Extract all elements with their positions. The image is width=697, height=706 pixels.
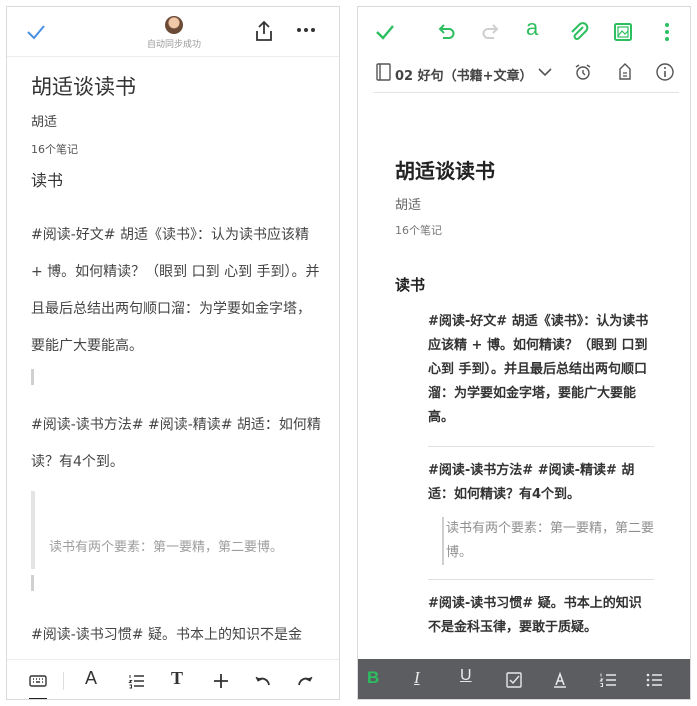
note-title[interactable]: 胡适谈读书 (395, 155, 495, 184)
notebook-icon[interactable] (373, 62, 393, 82)
numbered-list-icon[interactable] (598, 670, 618, 690)
more-icon[interactable] (295, 19, 317, 41)
left-editor-panel: 自动同步成功 胡适谈读书 胡适 16个笔记 读书 #阅读-好文# 胡适《读书》：… (6, 6, 340, 700)
chevron-down-icon[interactable] (535, 62, 555, 82)
note-title[interactable]: 胡适谈读书 (31, 71, 136, 101)
divider (428, 446, 654, 447)
toolbar-divider (63, 672, 64, 690)
info-icon[interactable] (655, 62, 675, 82)
check-icon[interactable] (374, 21, 396, 43)
undo-icon[interactable] (435, 21, 457, 43)
list-icon[interactable] (127, 671, 147, 691)
keyboard-icon[interactable] (28, 671, 48, 691)
keyboard-active-indicator (29, 698, 47, 699)
note-author[interactable]: 胡适 (31, 111, 57, 130)
paragraph-1[interactable]: #阅读-好文# 胡适《读书》：认为读书应该精 + 博。如何精读？（眼到 口到 心… (31, 217, 323, 365)
left-top-bar: 自动同步成功 (7, 7, 339, 57)
image-icon[interactable] (612, 21, 634, 43)
text-cursor (31, 369, 34, 385)
share-icon[interactable] (253, 19, 275, 43)
note-block-3[interactable]: #阅读-读书习惯# 疑。书本上的知识不是金科玉律，要敢于质疑。 (428, 592, 654, 640)
note-block-2[interactable]: #阅读-读书方法# #阅读-精读# 胡适：如何精读？有4个到。 (428, 459, 654, 507)
tag-icon[interactable] (615, 62, 635, 82)
note-author[interactable]: 胡适 (395, 194, 421, 213)
avatar[interactable] (165, 16, 183, 34)
right-editor-panel: a 02 好句（书籍+文章） 胡适谈读书 胡适 16个笔记 读书 #阅读-好文#… (357, 6, 691, 700)
paragraph-3[interactable]: #阅读-读书习惯# 疑。书本上的知识不是金 (31, 617, 323, 654)
undo-icon[interactable] (253, 671, 273, 691)
font-icon[interactable]: A (85, 668, 105, 688)
attachment-icon[interactable] (568, 21, 590, 43)
left-format-toolbar: A T (7, 659, 339, 699)
right-format-toolbar: B I U (358, 659, 690, 699)
add-icon[interactable] (211, 671, 231, 691)
checkbox-icon[interactable] (504, 670, 524, 690)
notebook-bar: 02 好句（书籍+文章） (373, 59, 679, 93)
more-vertical-icon[interactable] (656, 21, 678, 43)
text-cursor (31, 575, 34, 591)
bullet-list-icon[interactable] (644, 670, 664, 690)
font-a-icon[interactable]: a (526, 15, 548, 40)
underline-button[interactable]: U (460, 667, 472, 685)
sync-status: 自动同步成功 (146, 40, 201, 50)
note-count[interactable]: 16个笔记 (395, 222, 442, 238)
redo-icon[interactable] (480, 21, 502, 43)
bold-button[interactable]: B (367, 668, 379, 688)
check-icon[interactable] (25, 21, 47, 43)
highlight-icon[interactable] (550, 670, 570, 690)
section-heading[interactable]: 读书 (31, 167, 63, 191)
quote-block[interactable]: 读书有两个要素：第一要精，第二要博。 (442, 517, 654, 565)
paragraph-2[interactable]: #阅读-读书方法# #阅读-精读# 胡适：如何精读？有4个到。 (31, 407, 323, 481)
alarm-icon[interactable] (573, 62, 593, 82)
redo-icon[interactable] (295, 671, 315, 691)
note-block-1[interactable]: #阅读-好文# 胡适《读书》：认为读书应该精 + 博。如何精读？（眼到 口到 心… (428, 310, 654, 430)
section-heading[interactable]: 读书 (395, 274, 425, 295)
text-size-icon[interactable]: T (171, 668, 191, 688)
note-count[interactable]: 16个笔记 (31, 141, 78, 157)
quote-block[interactable] (31, 491, 331, 569)
quote-text[interactable]: 读书有两个要素：第一要精，第二要博。 (49, 536, 283, 555)
italic-button[interactable]: I (414, 668, 420, 688)
divider (428, 579, 654, 580)
notebook-label[interactable]: 02 好句（书籍+文章） (395, 65, 533, 84)
